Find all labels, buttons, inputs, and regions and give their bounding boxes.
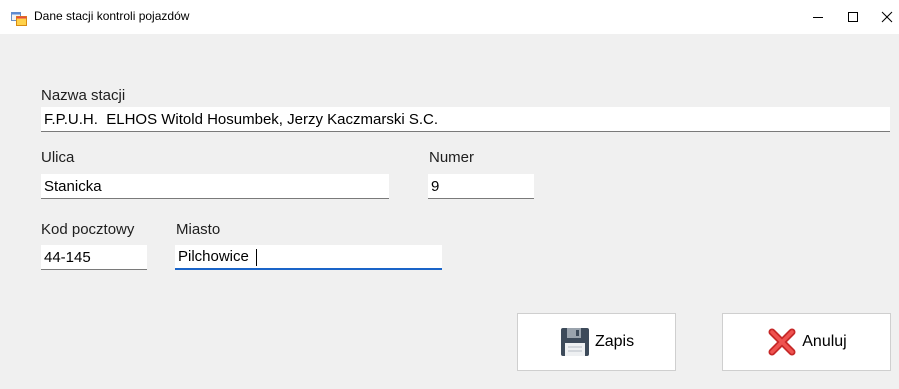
station-name-input[interactable] bbox=[41, 107, 890, 132]
cancel-button[interactable]: Anuluj bbox=[722, 313, 891, 371]
station-name-label: Nazwa stacji bbox=[41, 87, 126, 104]
postal-code-input[interactable] bbox=[41, 245, 147, 270]
city-label: Miasto bbox=[176, 221, 221, 238]
maximize-icon bbox=[848, 12, 858, 22]
red-x-icon bbox=[768, 328, 796, 356]
text-caret bbox=[256, 249, 257, 266]
save-button[interactable]: Zapis bbox=[517, 313, 676, 371]
postal-code-label: Kod pocztowy bbox=[41, 221, 135, 238]
number-label: Numer bbox=[429, 149, 475, 166]
street-label: Ulica bbox=[41, 149, 75, 166]
minimize-icon bbox=[813, 17, 823, 18]
floppy-disk-icon bbox=[560, 328, 589, 356]
title-bar: Dane stacji kontroli pojazdów bbox=[0, 0, 899, 34]
form-window-icon bbox=[11, 12, 27, 26]
close-button[interactable] bbox=[864, 0, 899, 34]
window-title: Dane stacji kontroli pojazdów bbox=[34, 9, 190, 23]
city-input[interactable] bbox=[175, 245, 442, 270]
save-button-label: Zapis bbox=[594, 333, 635, 350]
close-icon bbox=[881, 11, 893, 23]
cancel-button-label: Anuluj bbox=[802, 333, 847, 350]
street-input[interactable] bbox=[41, 174, 389, 199]
number-input[interactable] bbox=[428, 174, 534, 199]
